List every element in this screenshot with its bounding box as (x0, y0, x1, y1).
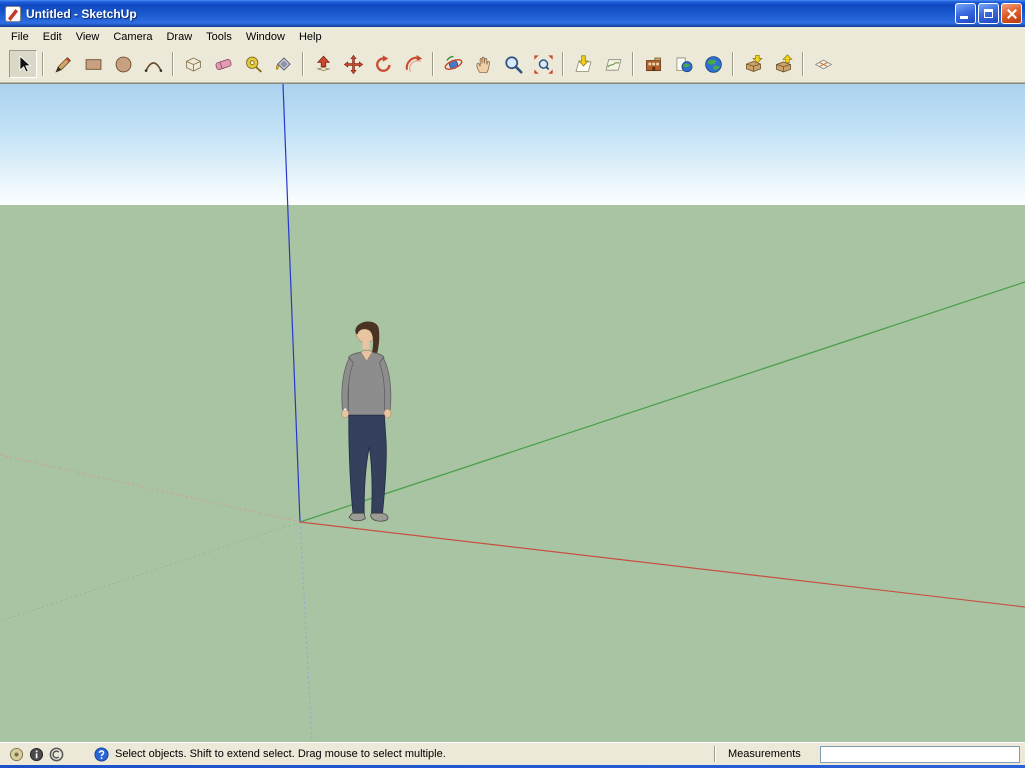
window-title: Untitled - SketchUp (26, 7, 955, 21)
rectangle-icon (83, 54, 104, 75)
zoom-extents-icon (533, 54, 554, 75)
zoom-extents-tool-button[interactable] (529, 50, 557, 78)
blue-axis-solid (283, 84, 300, 522)
orbit-icon (443, 54, 464, 75)
paint-bucket-tool-button[interactable] (269, 50, 297, 78)
credits-icon[interactable] (49, 747, 64, 762)
window-controls (955, 3, 1022, 24)
blue-axis-dotted (300, 522, 312, 742)
minimize-button[interactable] (955, 3, 976, 24)
toolbar-separator (562, 52, 564, 76)
get-current-view-icon (573, 54, 594, 75)
zoom-icon (503, 54, 524, 75)
toolbar-separator (302, 52, 304, 76)
offset-tool-button[interactable] (399, 50, 427, 78)
select-tool-button[interactable] (9, 50, 37, 78)
get-models-button[interactable] (739, 50, 767, 78)
toolbar-separator (432, 52, 434, 76)
eraser-icon (213, 54, 234, 75)
select-icon (13, 54, 34, 75)
google-earth-icon (703, 54, 724, 75)
move-tool-button[interactable] (339, 50, 367, 78)
line-icon (53, 54, 74, 75)
status-icons (3, 747, 70, 762)
red-axis-dotted (0, 455, 300, 522)
restore-button[interactable] (978, 3, 999, 24)
app-icon (5, 6, 21, 22)
toggle-terrain-icon (603, 54, 624, 75)
rotate-tool-button[interactable] (369, 50, 397, 78)
make-component-icon (183, 54, 204, 75)
google-earth-button[interactable] (699, 50, 727, 78)
eraser-tool-button[interactable] (209, 50, 237, 78)
preview-model-icon (673, 54, 694, 75)
arc-tool-button[interactable] (139, 50, 167, 78)
tape-measure-tool-button[interactable] (239, 50, 267, 78)
move-icon (343, 54, 364, 75)
toolbar-separator (632, 52, 634, 76)
photo-textures-button[interactable] (639, 50, 667, 78)
help-icon[interactable] (94, 747, 109, 762)
toolbar (0, 46, 1025, 83)
geolocation-icon[interactable] (9, 747, 24, 762)
arc-icon (143, 54, 164, 75)
photo-textures-icon (643, 54, 664, 75)
green-axis-solid (300, 282, 1025, 522)
get-current-view-button[interactable] (569, 50, 597, 78)
status-bar: Select objects. Shift to extend select. … (0, 742, 1025, 765)
pan-icon (473, 54, 494, 75)
statusbar-divider (714, 746, 716, 762)
toolbar-separator (42, 52, 44, 76)
minimize-icon (960, 16, 968, 19)
drawing-area[interactable] (0, 83, 1025, 742)
close-button[interactable] (1001, 3, 1022, 24)
measurements-input[interactable] (820, 746, 1020, 763)
toolbar-separator (172, 52, 174, 76)
rotate-icon (373, 54, 394, 75)
sketchup-window: Untitled - SketchUp File Edit View Camer… (0, 0, 1025, 768)
get-models-icon (743, 54, 764, 75)
section-plane-button[interactable] (809, 50, 837, 78)
menu-camera[interactable]: Camera (106, 29, 159, 45)
tape-measure-icon (243, 54, 264, 75)
orbit-tool-button[interactable] (439, 50, 467, 78)
zoom-tool-button[interactable] (499, 50, 527, 78)
measurements-label: Measurements (720, 748, 820, 760)
offset-icon (403, 54, 424, 75)
title-bar[interactable]: Untitled - SketchUp (0, 0, 1025, 27)
section-plane-icon (813, 54, 834, 75)
make-component-tool-button[interactable] (179, 50, 207, 78)
menu-draw[interactable]: Draw (159, 29, 199, 45)
person-figure[interactable] (342, 322, 391, 522)
menu-bar: File Edit View Camera Draw Tools Window … (0, 27, 1025, 46)
toolbar-separator (732, 52, 734, 76)
pan-tool-button[interactable] (469, 50, 497, 78)
model-scene (0, 84, 1025, 742)
status-hint: Select objects. Shift to extend select. … (109, 748, 710, 760)
toggle-terrain-button[interactable] (599, 50, 627, 78)
menu-tools[interactable]: Tools (199, 29, 239, 45)
push-pull-icon (313, 54, 334, 75)
green-axis-dotted (0, 522, 300, 621)
circle-icon (113, 54, 134, 75)
menu-file[interactable]: File (4, 29, 36, 45)
menu-window[interactable]: Window (239, 29, 292, 45)
menu-view[interactable]: View (69, 29, 107, 45)
toolbar-separator (802, 52, 804, 76)
menu-edit[interactable]: Edit (36, 29, 69, 45)
push-pull-tool-button[interactable] (309, 50, 337, 78)
restore-icon (984, 9, 993, 18)
rectangle-tool-button[interactable] (79, 50, 107, 78)
paint-bucket-icon (273, 54, 294, 75)
circle-tool-button[interactable] (109, 50, 137, 78)
menu-help[interactable]: Help (292, 29, 329, 45)
red-axis-solid (300, 522, 1025, 607)
share-model-icon (773, 54, 794, 75)
drawing-axes (0, 84, 1025, 742)
attribution-icon[interactable] (29, 747, 44, 762)
close-icon (1006, 8, 1018, 20)
line-tool-button[interactable] (49, 50, 77, 78)
preview-model-button[interactable] (669, 50, 697, 78)
share-model-button[interactable] (769, 50, 797, 78)
